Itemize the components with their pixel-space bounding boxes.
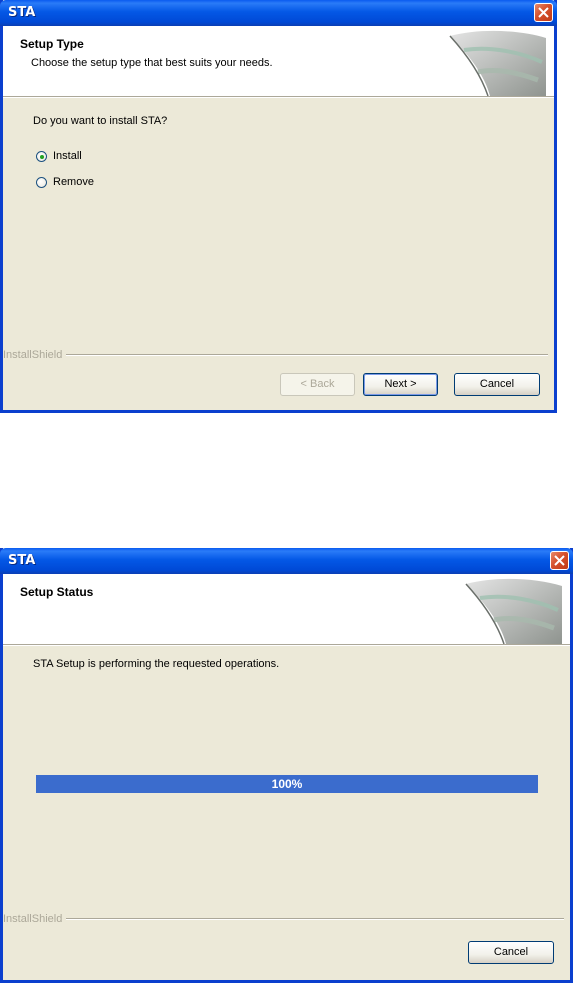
cancel-button[interactable]: Cancel: [454, 373, 540, 396]
close-icon: [554, 555, 565, 566]
header-panel: Setup Type Choose the setup type that be…: [3, 26, 554, 98]
radio-remove[interactable]: Remove: [36, 176, 94, 188]
window-title: STA: [8, 553, 36, 568]
installshield-brand: InstallShield: [3, 349, 63, 361]
divider-line: [66, 918, 564, 920]
header-title: Setup Status: [20, 585, 94, 599]
radio-unselected-icon[interactable]: [36, 176, 47, 188]
window-title: STA: [8, 5, 36, 20]
installshield-divider: InstallShield: [3, 349, 548, 361]
installshield-logo-icon: [449, 30, 546, 96]
header-title: Setup Type: [20, 37, 84, 51]
installshield-logo-icon: [465, 578, 562, 644]
close-button[interactable]: [550, 551, 569, 570]
setup-type-dialog: STA Setup Type Choose the setup type tha…: [0, 0, 557, 413]
radio-remove-label: Remove: [53, 176, 94, 188]
title-bar[interactable]: STA: [0, 0, 557, 26]
header-subtitle: Choose the setup type that best suits yo…: [31, 57, 273, 69]
installshield-divider: InstallShield: [3, 913, 564, 925]
next-button[interactable]: Next >: [363, 373, 438, 396]
setup-status-dialog: STA Setup Status STA Setup is performing…: [0, 548, 573, 983]
radio-selected-icon[interactable]: [36, 150, 47, 162]
progress-bar: 100%: [36, 775, 538, 793]
status-text: STA Setup is performing the requested op…: [33, 658, 280, 670]
divider-line: [66, 354, 548, 356]
close-button[interactable]: [534, 3, 553, 22]
radio-install-label: Install: [53, 150, 82, 162]
back-button[interactable]: < Back: [280, 373, 355, 396]
title-bar[interactable]: STA: [0, 548, 573, 574]
radio-install[interactable]: Install: [36, 150, 82, 162]
header-panel: Setup Status: [3, 574, 570, 646]
progress-label: 100%: [271, 777, 303, 791]
install-question: Do you want to install STA?: [33, 115, 168, 127]
cancel-button[interactable]: Cancel: [468, 941, 554, 964]
installshield-brand: InstallShield: [3, 913, 63, 925]
close-icon: [538, 7, 549, 18]
